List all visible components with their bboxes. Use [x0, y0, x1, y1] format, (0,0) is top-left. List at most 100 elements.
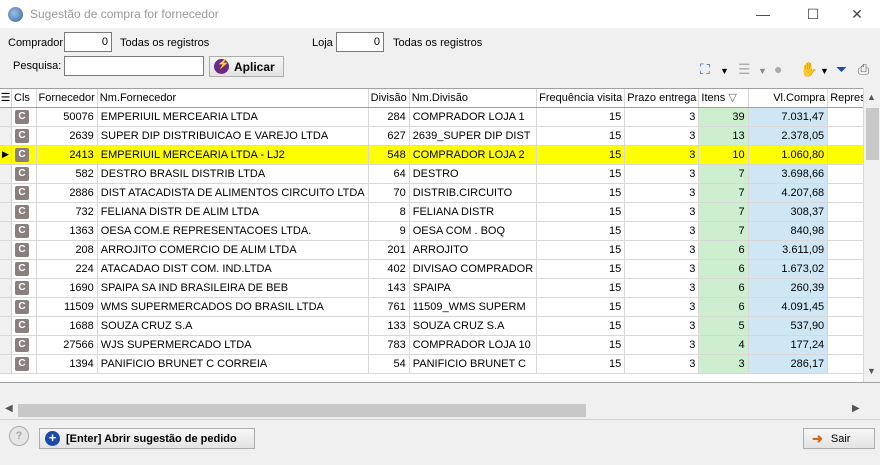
horizontal-scrollbar[interactable]: ◀ ▶: [0, 402, 880, 419]
itens-cell[interactable]: 6: [698, 240, 749, 260]
frequencia-cell[interactable]: 15: [536, 316, 626, 336]
help-icon[interactable]: ?: [9, 426, 29, 446]
maximize-button[interactable]: ☐: [790, 0, 836, 28]
cls-cell[interactable]: C: [11, 164, 37, 184]
itens-cell[interactable]: 6: [698, 278, 749, 298]
nm-fornecedor-cell[interactable]: ATACADAO DIST COM. IND.LTDA: [97, 259, 369, 279]
frequencia-cell[interactable]: 15: [536, 297, 626, 317]
fornecedor-cell[interactable]: 1688: [36, 316, 98, 336]
cls-cell[interactable]: C: [11, 145, 37, 165]
open-suggestion-button[interactable]: + [Enter] Abrir sugestão de pedido: [39, 428, 255, 449]
prazo-cell[interactable]: 3: [624, 335, 700, 355]
table-row[interactable]: C 1688 SOUZA CRUZ S.A 133 SOUZA CRUZ S.A 15 3 5…: [0, 316, 880, 336]
vl-compra-cell[interactable]: 260,39: [748, 278, 829, 298]
vl-compra-cell[interactable]: 3.698,66: [748, 164, 829, 184]
frequencia-cell[interactable]: 15: [536, 335, 626, 355]
cls-cell[interactable]: C: [11, 316, 37, 336]
prazo-cell[interactable]: 3: [624, 126, 700, 146]
column-chooser-icon[interactable]: ☰: [0, 89, 12, 108]
itens-cell[interactable]: 6: [698, 259, 749, 279]
table-row[interactable]: C 1394 PANIFICIO BRUNET C CORREIA 54 PANIFIC…: [0, 354, 880, 374]
nm-fornecedor-cell[interactable]: WJS SUPERMERCADO LTDA: [97, 335, 369, 355]
itens-cell[interactable]: 7: [698, 183, 749, 203]
cls-cell[interactable]: C: [11, 240, 37, 260]
cls-cell[interactable]: C: [11, 126, 37, 146]
itens-cell[interactable]: 4: [698, 335, 749, 355]
itens-cell[interactable]: 7: [698, 164, 749, 184]
itens-cell[interactable]: 3: [698, 354, 749, 374]
nm-divisao-cell[interactable]: PANIFICIO BRUNET C: [409, 354, 538, 374]
table-row[interactable]: C 27566 WJS SUPERMERCADO LTDA 783 COMPRADOR …: [0, 335, 880, 355]
vl-compra-cell[interactable]: 537,90: [748, 316, 829, 336]
divisao-cell[interactable]: 627: [368, 126, 410, 146]
nm-divisao-cell[interactable]: DISTRIB.CIRCUITO: [409, 183, 538, 203]
table-row[interactable]: C 11509 WMS SUPERMERCADOS DO BRASIL LTDA 76…: [0, 297, 880, 317]
fornecedor-cell[interactable]: 1363: [36, 221, 98, 241]
dropper-icon[interactable]: ✋: [800, 61, 817, 78]
nm-divisao-cell[interactable]: DIVISAO COMPRADOR: [409, 259, 538, 279]
divisao-cell[interactable]: 133: [368, 316, 410, 336]
divisao-cell[interactable]: 402: [368, 259, 410, 279]
divisao-cell[interactable]: 783: [368, 335, 410, 355]
minimize-button[interactable]: —: [740, 0, 786, 28]
cls-cell[interactable]: C: [11, 221, 37, 241]
divisao-cell[interactable]: 64: [368, 164, 410, 184]
vertical-scroll-thumb[interactable]: [866, 108, 879, 160]
nm-divisao-cell[interactable]: FELIANA DISTR: [409, 202, 538, 222]
prazo-cell[interactable]: 3: [624, 316, 700, 336]
itens-cell[interactable]: 7: [698, 202, 749, 222]
vl-compra-cell[interactable]: 1.673,02: [748, 259, 829, 279]
nm-divisao-cell[interactable]: COMPRADOR LOJA 2: [409, 145, 538, 165]
horizontal-scroll-thumb[interactable]: [18, 404, 586, 417]
fornecedor-cell[interactable]: 1394: [36, 354, 98, 374]
nm-fornecedor-cell[interactable]: WMS SUPERMERCADOS DO BRASIL LTDA: [97, 297, 369, 317]
divisao-cell[interactable]: 70: [368, 183, 410, 203]
nm-divisao-cell[interactable]: DESTRO: [409, 164, 538, 184]
nm-fornecedor-cell[interactable]: SPAIPA SA IND BRASILEIRA DE BEB: [97, 278, 369, 298]
column-itens[interactable]: Itens ▽: [698, 89, 749, 108]
nm-fornecedor-cell[interactable]: DESTRO BRASIL DISTRIB LTDA: [97, 164, 369, 184]
frequencia-cell[interactable]: 15: [536, 259, 626, 279]
frequencia-cell[interactable]: 15: [536, 126, 626, 146]
itens-cell[interactable]: 5: [698, 316, 749, 336]
itens-cell[interactable]: 39: [698, 107, 749, 127]
fornecedor-cell[interactable]: 732: [36, 202, 98, 222]
cls-cell[interactable]: C: [11, 278, 37, 298]
table-row[interactable]: C 208 ARROJITO COMERCIO DE ALIM LTDA 201 ARR…: [0, 240, 880, 260]
nm-divisao-cell[interactable]: 2639_SUPER DIP DIST: [409, 126, 538, 146]
itens-cell[interactable]: 10: [698, 145, 749, 165]
filter-icon[interactable]: ⏷: [836, 61, 847, 78]
nm-divisao-cell[interactable]: SPAIPA: [409, 278, 538, 298]
nm-fornecedor-cell[interactable]: EMPERIUIL MERCEARIA LTDA: [97, 107, 369, 127]
nm-fornecedor-cell[interactable]: OESA COM.E REPRESENTACOES LTDA.: [97, 221, 369, 241]
column-frequencia[interactable]: Frequência visita: [536, 89, 626, 108]
vl-compra-cell[interactable]: 1.060,80: [748, 145, 829, 165]
close-button[interactable]: ✕: [834, 0, 880, 28]
nm-divisao-cell[interactable]: ARROJITO: [409, 240, 538, 260]
vl-compra-cell[interactable]: 4.207,68: [748, 183, 829, 203]
cls-cell[interactable]: C: [11, 202, 37, 222]
divisao-cell[interactable]: 143: [368, 278, 410, 298]
nm-fornecedor-cell[interactable]: DIST ATACADISTA DE ALIMENTOS CIRCUITO LT…: [97, 183, 369, 203]
column-nm-divisao[interactable]: Nm.Divisão: [409, 89, 538, 108]
table-row[interactable]: ▶ C 2413 EMPERIUIL MERCEARIA LTDA - LJ2 548 C…: [0, 145, 880, 165]
vl-compra-cell[interactable]: 840,98: [748, 221, 829, 241]
vl-compra-cell[interactable]: 177,24: [748, 335, 829, 355]
frequencia-cell[interactable]: 15: [536, 202, 626, 222]
fornecedor-cell[interactable]: 11509: [36, 297, 98, 317]
table-row[interactable]: C 2639 SUPER DIP DISTRIBUICAO E VAREJO LTD…: [0, 126, 880, 146]
vl-compra-cell[interactable]: 3.611,09: [748, 240, 829, 260]
divisao-cell[interactable]: 8: [368, 202, 410, 222]
chevron-down-icon[interactable]: ▼: [720, 66, 729, 76]
fornecedor-cell[interactable]: 208: [36, 240, 98, 260]
cls-cell[interactable]: C: [11, 183, 37, 203]
itens-cell[interactable]: 7: [698, 221, 749, 241]
supplier-grid[interactable]: ☰ Cls Fornecedor Nm.Fornecedor Divisão N…: [0, 88, 880, 382]
cls-cell[interactable]: C: [11, 354, 37, 374]
column-prazo[interactable]: Prazo entrega: [624, 89, 700, 108]
nm-fornecedor-cell[interactable]: SOUZA CRUZ S.A: [97, 316, 369, 336]
scroll-down-icon[interactable]: ▼: [867, 366, 876, 376]
fornecedor-cell[interactable]: 50076: [36, 107, 98, 127]
itens-cell[interactable]: 6: [698, 297, 749, 317]
chevron-down-icon[interactable]: ▼: [820, 66, 829, 76]
